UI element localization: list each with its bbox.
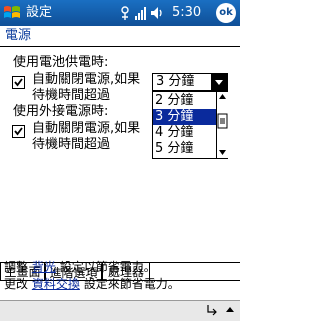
footer-line1-suffix: 設定以節省電力。 — [59, 260, 156, 274]
input-method-icon[interactable] — [206, 304, 218, 319]
dropdown-selected-value: 3 分鐘 — [156, 74, 195, 89]
title-divider — [0, 46, 240, 47]
title-bar: 設定 5:30 ok — [0, 0, 240, 26]
footer-line2-prefix: 更改 — [4, 277, 29, 291]
dropdown-scrollbar[interactable] — [216, 92, 228, 158]
connectivity-icon — [121, 6, 129, 20]
ok-button[interactable]: ok — [216, 3, 236, 23]
signal-icon — [135, 7, 146, 20]
menu-bar — [0, 300, 240, 321]
input-menu-arrow-icon[interactable] — [226, 307, 234, 312]
footer-line1-prefix: 調整 — [4, 260, 29, 274]
external-checkbox-label-line2: 待機時間超過 — [32, 137, 111, 152]
windows-start-icon[interactable] — [2, 3, 22, 23]
external-checkbox-label-line1: 自動關閉電源,如果 — [32, 121, 141, 136]
dropdown-option[interactable]: 5 分鐘 — [153, 141, 217, 157]
checkmark-icon — [14, 127, 23, 136]
timeout-dropdown-list[interactable]: 2 分鐘 3 分鐘 4 分鐘 5 分鐘 — [152, 91, 228, 159]
battery-heading: 使用電池供電時: — [13, 55, 109, 70]
scroll-down-icon — [219, 150, 226, 155]
scroll-up-icon — [219, 94, 226, 99]
battery-auto-off-checkbox[interactable] — [12, 76, 25, 89]
window-title: 設定 — [26, 5, 53, 20]
footer-line-1: 調整 背光 設定以節省電力。 — [4, 259, 156, 275]
data-exchange-link[interactable]: 資料交換 — [32, 277, 80, 291]
timeout-dropdown[interactable]: 3 分鐘 — [152, 73, 228, 91]
clock[interactable]: 5:30 — [172, 4, 201, 22]
backlight-link[interactable]: 背光 — [32, 260, 56, 274]
volume-icon — [151, 7, 162, 19]
battery-checkbox-label-line1: 自動關閉電源,如果 — [32, 72, 141, 87]
external-auto-off-checkbox[interactable] — [12, 125, 25, 138]
dropdown-option[interactable]: 4 分鐘 — [153, 125, 217, 141]
chevron-down-icon[interactable] — [211, 74, 227, 90]
dropdown-option[interactable]: 2 分鐘 — [153, 93, 217, 109]
status-icons — [120, 4, 170, 22]
footer-line-2: 更改 資料交換 設定來節省電力。 — [4, 276, 180, 292]
checkmark-icon — [14, 78, 23, 87]
footer-line2-suffix: 設定來節省電力。 — [83, 277, 180, 291]
external-heading: 使用外接電源時: — [13, 104, 109, 119]
battery-checkbox-label-line2: 待機時間超過 — [32, 88, 111, 103]
page-title: 電源 — [5, 28, 32, 43]
dropdown-option-highlighted[interactable]: 3 分鐘 — [153, 109, 217, 125]
